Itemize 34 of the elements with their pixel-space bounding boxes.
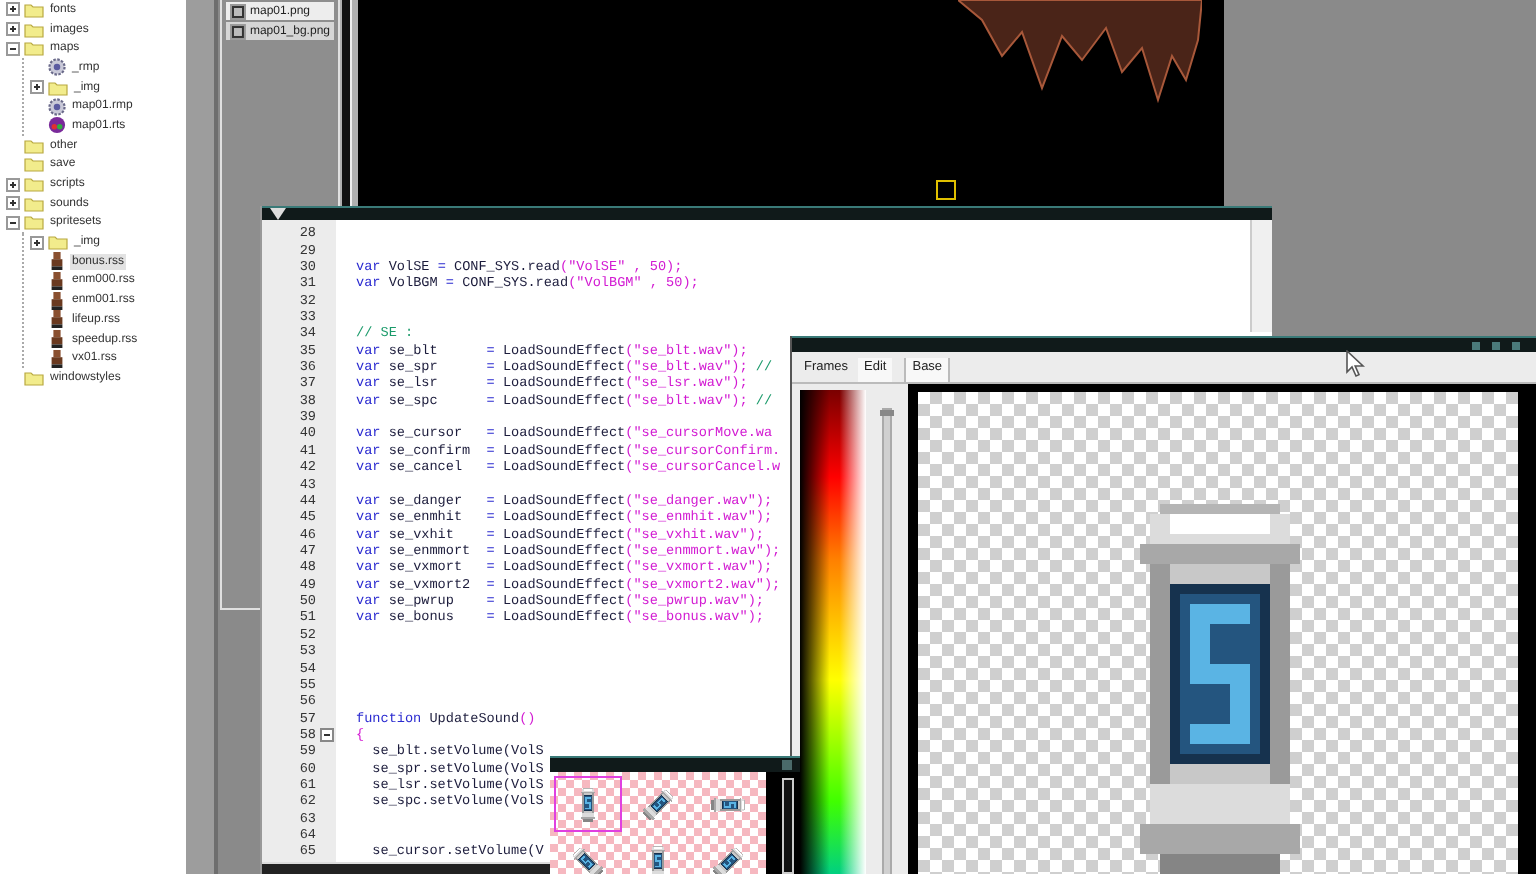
character-icon [48,330,66,349]
capsule-sprite-icon [640,786,676,822]
character-icon [48,310,66,329]
gear-icon [48,97,66,116]
expander-icon[interactable] [30,235,44,250]
mouse-cursor-icon [1346,350,1366,378]
capsule-sprite-icon [711,796,745,812]
character-icon [48,349,66,368]
window-button[interactable] [1472,341,1480,349]
expander-icon[interactable] [6,215,20,230]
scrollbar[interactable] [186,0,218,874]
window-button[interactable] [1512,341,1520,349]
gear-icon [48,58,66,77]
folder-icon [24,369,44,386]
character-icon [48,252,66,271]
character-icon [48,291,66,310]
fold-icon[interactable] [319,728,333,743]
character-icon [48,271,66,290]
expander-icon[interactable] [6,2,20,17]
capsule-sprite-icon [580,787,596,821]
palette-icon [48,116,66,135]
expander-icon[interactable] [6,196,20,211]
alpha-slider[interactable] [882,408,892,874]
expander-icon[interactable] [6,41,20,56]
expander-icon[interactable] [30,80,44,95]
sprite-frame[interactable] [554,776,622,832]
expander-icon[interactable] [6,22,20,37]
sprite-canvas[interactable] [918,392,1518,874]
window-button[interactable] [1492,341,1500,349]
color-picker[interactable] [800,390,866,874]
slider-thumb[interactable] [880,410,894,416]
tile-cursor-icon [936,180,956,200]
folder-icon [48,79,68,96]
expander-icon[interactable] [6,177,20,192]
